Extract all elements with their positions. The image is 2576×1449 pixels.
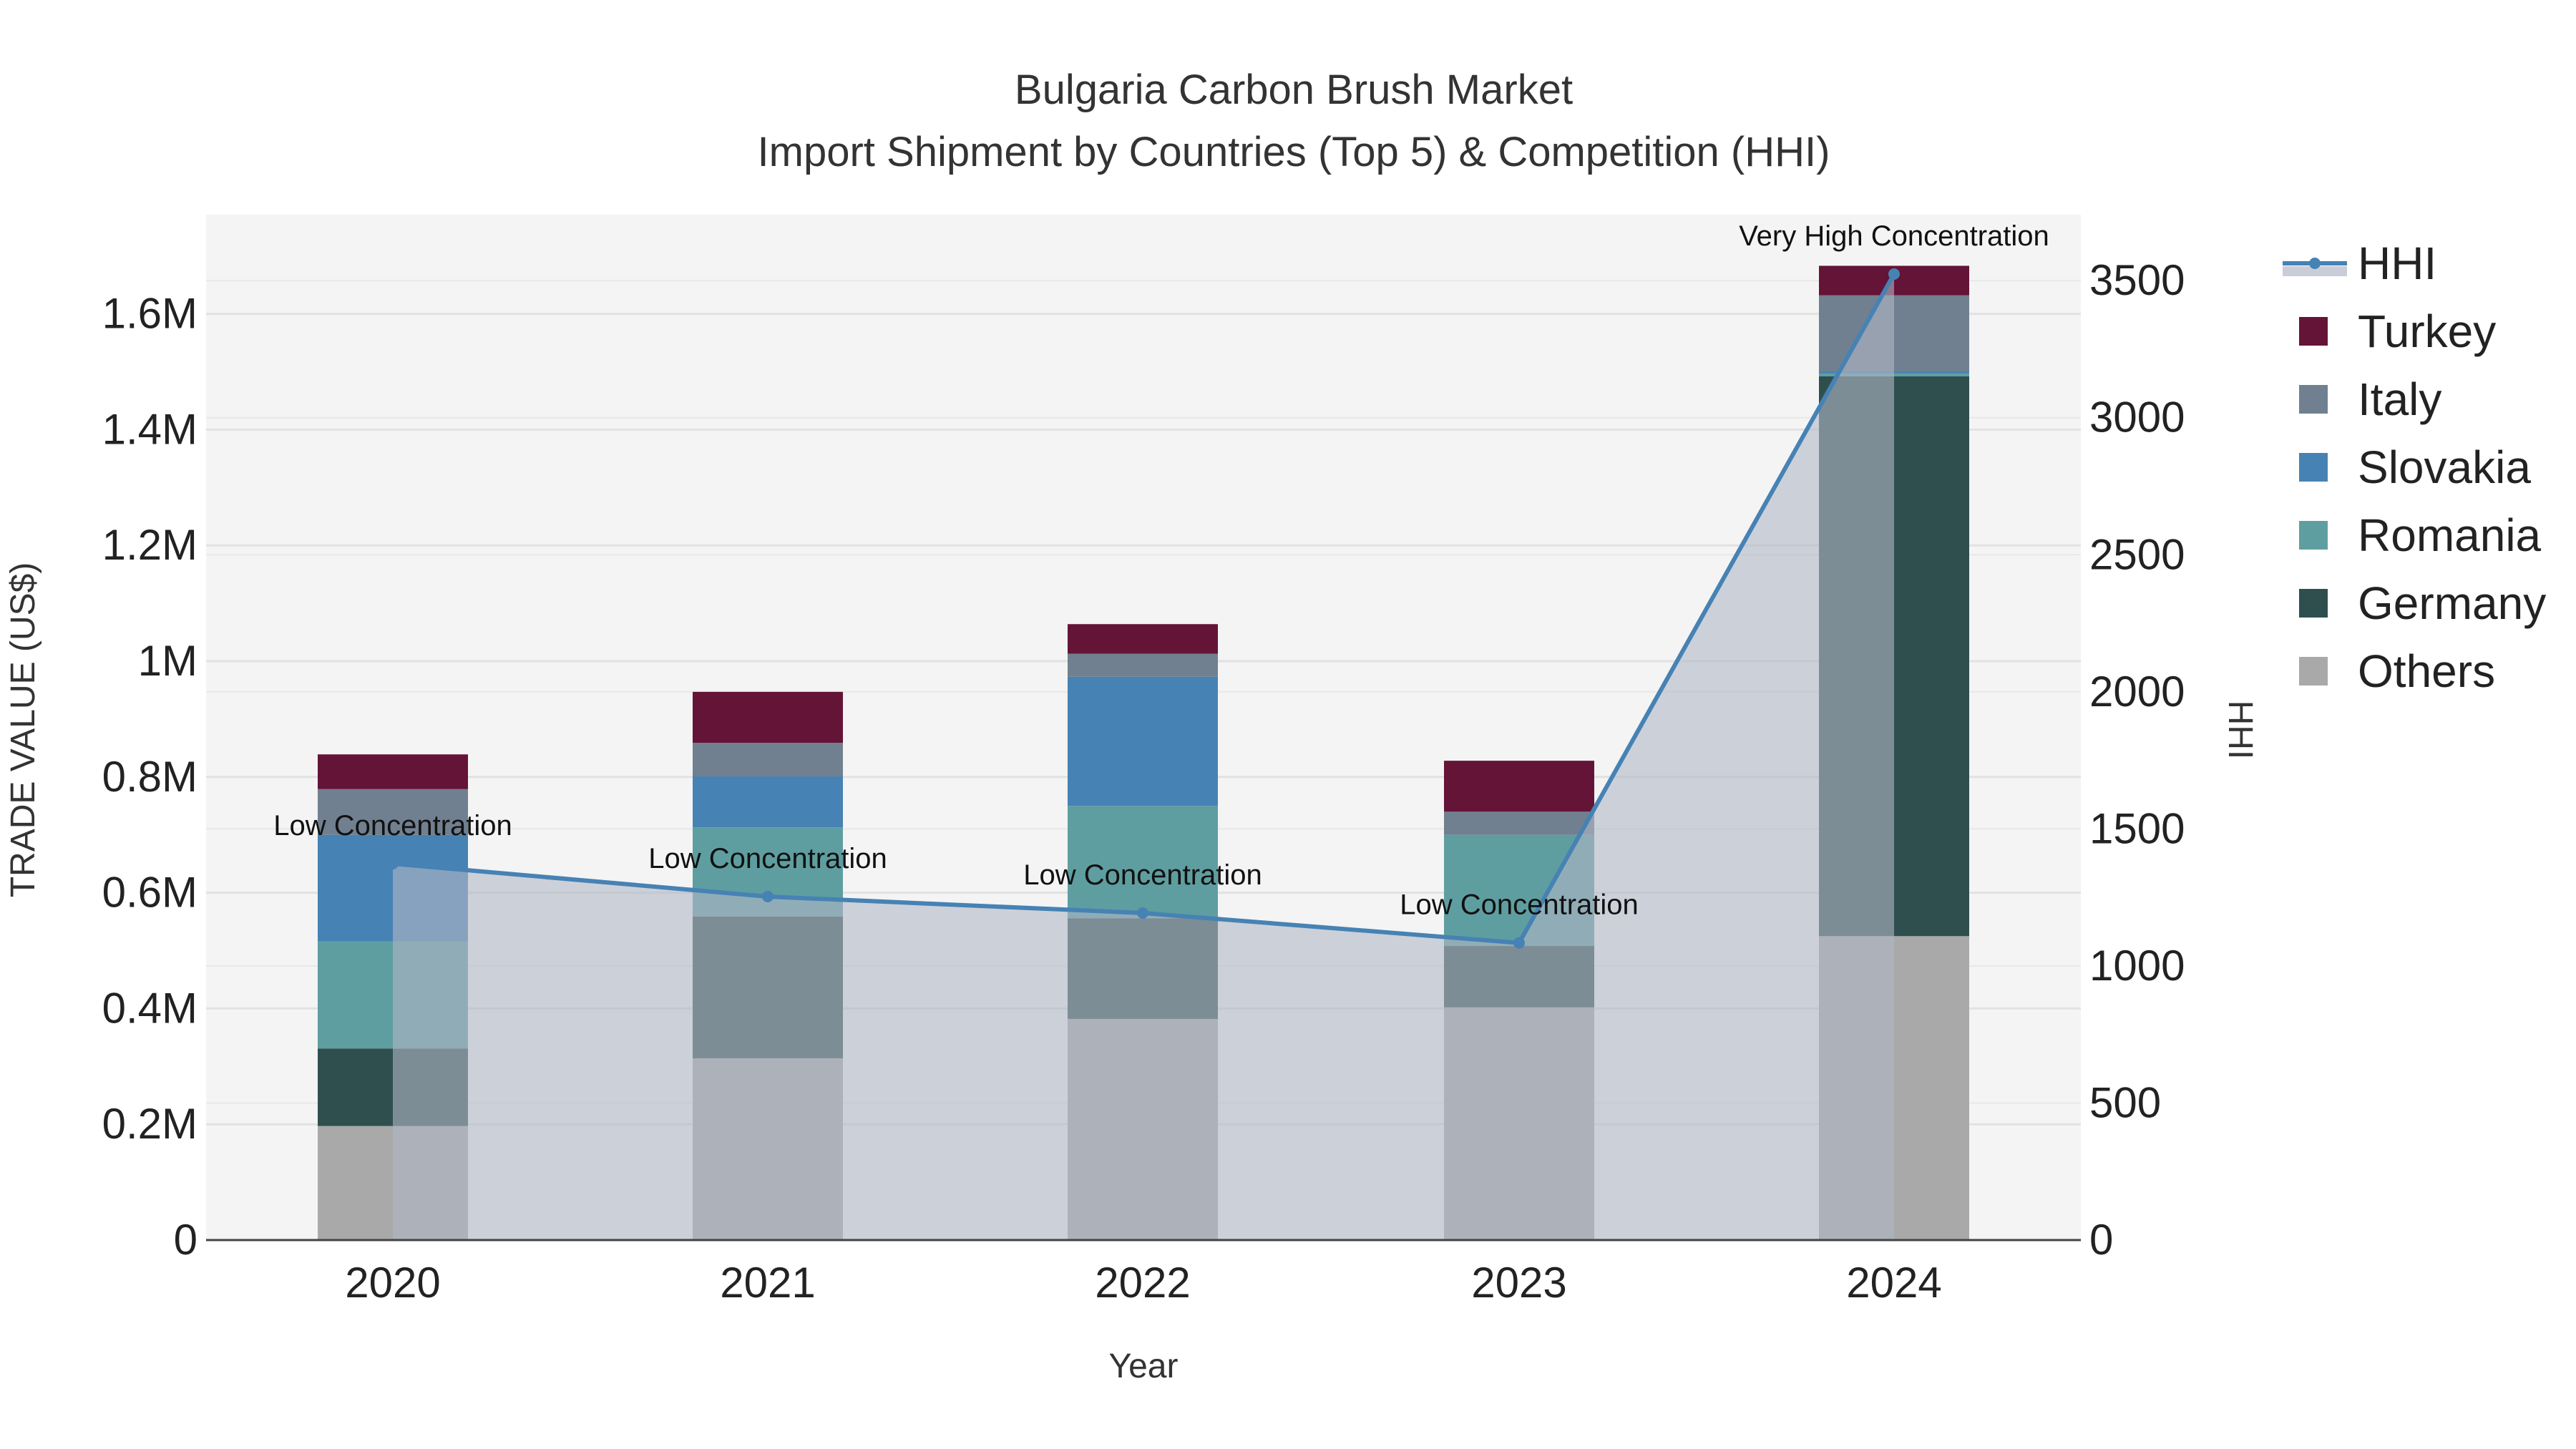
legend-label[interactable]: Others (2358, 645, 2495, 697)
y-tick-label: 1.2M (102, 521, 197, 569)
y-tick-label: 0 (174, 1216, 197, 1264)
y2-tick-label: 1000 (2089, 942, 2185, 990)
legend: HHI Turkey Italy Slovakia Romania Germany Othe… (2283, 238, 2546, 697)
hhi-point (1513, 937, 1525, 949)
bar-italy-2022 (1068, 653, 1218, 677)
y-axis-title: TRADE VALUE (US$) (4, 562, 42, 898)
hhi-point (1137, 907, 1148, 919)
chart: 0 0.2M 0.4M 0.6M 0.8M 1M 1.2M 1.4M 1.6M 0 500 1000 1… (4, 67, 2546, 1385)
bar-turkey-2022 (1068, 624, 1218, 654)
y-tick-label: 0.2M (102, 1100, 197, 1148)
x-tick-label: 2022 (1095, 1259, 1190, 1307)
legend-swatch-romania (2299, 521, 2328, 550)
hhi-annotation: Very High Concentration (1739, 220, 2049, 252)
x-axis-title: Year (1109, 1347, 1179, 1385)
x-tick-label: 2023 (1471, 1259, 1566, 1307)
legend-label[interactable]: Turkey (2358, 306, 2496, 357)
y2-tick-label: 0 (2089, 1216, 2113, 1264)
hhi-annotation: Low Concentration (1400, 889, 1639, 921)
hhi-point (1888, 268, 1900, 280)
bar-slovakia-2021 (693, 776, 843, 828)
y-tick-label: 1.6M (102, 290, 197, 338)
hhi-annotation: Low Concentration (273, 810, 512, 841)
y2-tick-label: 3000 (2089, 394, 2185, 441)
legend-hhi-marker-icon (2309, 258, 2321, 269)
hhi-point (762, 890, 774, 902)
legend-swatch-turkey (2299, 317, 2328, 346)
hhi-annotation: Low Concentration (1023, 859, 1262, 891)
legend-swatch-germany (2299, 589, 2328, 618)
bar-italy-2021 (693, 743, 843, 776)
bar-italy-2023 (1444, 811, 1594, 835)
legend-label[interactable]: Romania (2358, 509, 2542, 561)
bar-slovakia-2022 (1068, 676, 1218, 806)
hhi-point (387, 858, 399, 870)
hhi-annotation: Low Concentration (648, 843, 887, 874)
bar-turkey-2020 (318, 754, 468, 789)
x-tick-label: 2024 (1846, 1259, 1941, 1307)
y2-tick-label: 500 (2089, 1078, 2161, 1126)
legend-label[interactable]: Slovakia (2358, 441, 2531, 493)
y-tick-label: 1.4M (102, 405, 197, 453)
chart-subtitle: Import Shipment by Countries (Top 5) & C… (758, 129, 1830, 175)
y2-tick-label: 2000 (2089, 668, 2185, 716)
y-tick-label: 1M (138, 637, 197, 685)
bar-turkey-2023 (1444, 761, 1594, 812)
legend-label[interactable]: Germany (2358, 577, 2546, 629)
y2-tick-label: 2500 (2089, 530, 2185, 578)
legend-swatch-italy (2299, 385, 2328, 414)
y-tick-label: 0.6M (102, 869, 197, 917)
y2-axis-title: HHI (2221, 701, 2259, 760)
legend-swatch-slovakia (2299, 453, 2328, 482)
chart-title: Bulgaria Carbon Brush Market (1015, 67, 1573, 113)
y-tick-label: 0.4M (102, 984, 197, 1032)
legend-label[interactable]: HHI (2358, 238, 2436, 289)
bar-turkey-2021 (693, 691, 843, 743)
legend-swatch-others (2299, 657, 2328, 686)
y-tick-label: 0.8M (102, 753, 197, 801)
x-tick-label: 2021 (720, 1259, 815, 1307)
x-tick-label: 2020 (345, 1259, 440, 1307)
y2-tick-label: 3500 (2089, 256, 2185, 304)
y2-tick-label: 1500 (2089, 804, 2185, 852)
legend-label[interactable]: Italy (2358, 374, 2441, 425)
